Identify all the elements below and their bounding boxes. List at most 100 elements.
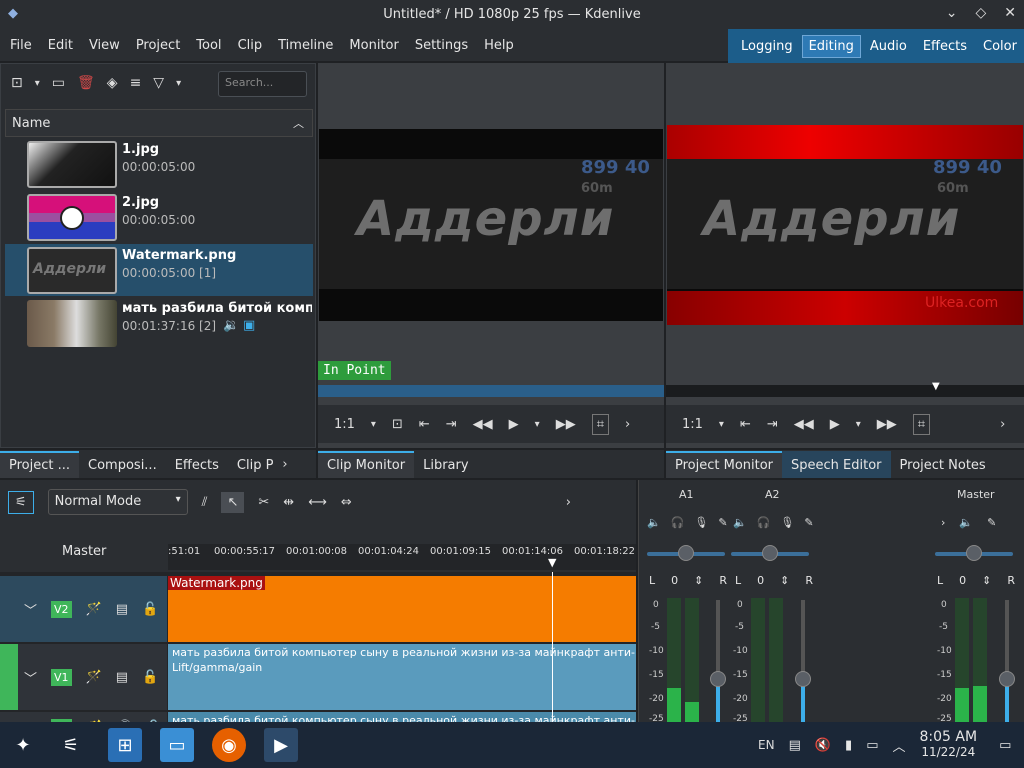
set-in-icon[interactable]: ⇤ [419,417,430,432]
spacer-tool-icon[interactable]: ⇹ [283,495,294,510]
delete-icon[interactable]: 🗑 [77,75,95,91]
headphones-icon[interactable]: 🎧 [757,516,771,529]
layout-logging[interactable]: Logging [734,35,800,58]
collapse-icon[interactable]: ﹀ [24,600,37,619]
tab-effects[interactable]: Effects [166,451,228,478]
razor-tool-icon[interactable]: ⫽ [202,495,208,510]
stepper-icon[interactable]: ⇕ [694,574,703,587]
menu-monitor[interactable]: Monitor [341,38,406,53]
menu-edit[interactable]: Edit [40,38,81,53]
timeline-ruler[interactable]: :51:01 00:00:55:17 00:01:00:08 00:01:04:… [168,544,636,570]
bin-clip-1[interactable]: 1.jpg 00:00:05:00 [5,138,313,190]
menu-file[interactable]: File [0,38,40,53]
menu-icon[interactable]: ≡ [130,75,142,91]
tab-clip-monitor[interactable]: Clip Monitor [318,450,415,478]
firefox-icon[interactable]: ◉ [212,728,246,762]
bin-clip-4[interactable]: мать разбила битой компьютер сыну 00:01:… [5,297,313,349]
menu-clip[interactable]: Clip [230,38,271,53]
track-tag[interactable]: V2 [51,600,72,618]
stepper-icon[interactable]: ⇕ [982,574,991,587]
play-icon[interactable]: ▶ [830,417,840,432]
collapse-icon[interactable]: ﹀ [24,668,37,687]
system-settings-icon[interactable]: ⚟ [54,728,88,762]
chevron-right-icon[interactable]: › [941,516,945,529]
speaker-icon[interactable]: 🔈 [647,516,661,529]
playhead-marker-icon[interactable]: ▼ [932,381,940,392]
clock[interactable]: 8:05 AM 11/22/24 [920,730,978,760]
film-icon[interactable]: ▤ [116,602,128,617]
chevron-down-icon[interactable]: ▾ [719,419,724,430]
menu-view[interactable]: View [81,38,128,53]
tab-project-notes[interactable]: Project Notes [891,451,995,478]
select-tool-icon[interactable]: ↖ [221,491,245,513]
set-out-icon[interactable]: ⇥ [767,417,778,432]
playhead-line[interactable] [552,572,553,732]
speaker-icon[interactable]: 🔈 [959,516,973,529]
chevron-down-icon[interactable]: ▾ [35,78,40,89]
menu-settings[interactable]: Settings [407,38,476,53]
language-indicator[interactable]: EN [758,738,775,752]
crop-icon[interactable]: ⌗ [912,413,931,435]
rewind-icon[interactable]: ◀◀ [473,417,493,432]
pan-knob-master[interactable] [966,545,982,561]
mic-icon[interactable]: 🎙 [780,516,794,529]
crop-icon[interactable]: ⌗ [591,413,610,435]
clip-monitor-ruler[interactable] [318,385,664,397]
menu-project[interactable]: Project [128,38,188,53]
volume-fader-a2[interactable] [795,671,811,687]
forward-icon[interactable]: ▶▶ [877,417,897,432]
cut-tool-icon[interactable]: ✂ [258,495,269,510]
timeline-clip-watermark[interactable]: Watermark.png [168,576,636,642]
layout-editing[interactable]: Editing [801,34,861,58]
filter-icon[interactable]: ▽ [153,75,164,91]
tab-compositions[interactable]: Composi... [79,451,166,478]
forward-icon[interactable]: ▶▶ [556,417,576,432]
set-out-icon[interactable]: ⇥ [446,417,457,432]
headphones-icon[interactable]: 🎧 [671,516,685,529]
project-monitor-video[interactable]: 899 40 60m Аддерли Ulkea.com [667,125,1023,325]
chevron-down-icon[interactable]: ▾ [176,78,181,89]
pan-knob-a1[interactable] [678,545,694,561]
mic-icon[interactable]: 🎙 [694,516,708,529]
add-clip-icon[interactable]: ⊡ [11,75,23,91]
kdenlive-app-icon[interactable]: ◆ [8,6,22,21]
project-monitor-ruler[interactable] [666,385,1024,397]
effects-icon[interactable]: ✎ [804,516,813,529]
track-tag[interactable]: V1 [51,668,72,686]
network-icon[interactable]: ▭ [866,738,878,753]
clipboard-icon[interactable]: ▤ [789,738,801,753]
chevron-up-icon[interactable]: ︿ [893,736,906,755]
set-in-icon[interactable]: ⇤ [740,417,751,432]
speaker-icon[interactable]: 🔈 [733,516,747,529]
clip-monitor-video[interactable]: 899 40 60m Аддерли [319,129,663,321]
layout-color[interactable]: Color [976,35,1024,58]
battery-icon[interactable]: ▮ [845,738,852,753]
tab-project-bin[interactable]: Project ... [0,450,80,478]
volume-fader-a1[interactable] [710,671,726,687]
zoom-select[interactable]: 1:1 [334,417,355,432]
lock-icon[interactable]: 🔓 [142,670,158,685]
chevron-right-icon[interactable]: › [566,495,571,510]
volume-muted-icon[interactable]: 🔇 [815,738,831,753]
track-header-v2[interactable]: ﹀ V2 🪄 ▤ 🔓 [0,576,167,642]
effects-icon[interactable]: ✎ [987,516,996,529]
stepper-icon[interactable]: ⇕ [780,574,789,587]
slip-tool-icon[interactable]: ⇔ [341,495,352,510]
layout-audio[interactable]: Audio [863,35,914,58]
edit-mode-select[interactable]: Normal Mode ▾ [47,489,188,515]
file-manager-icon[interactable]: ▭ [160,728,194,762]
lock-icon[interactable]: 🔓 [142,602,158,617]
bin-clip-3[interactable]: Аддерли Watermark.png 00:00:05:00 [1] [5,244,313,296]
zoom-select[interactable]: 1:1 [682,417,703,432]
tag-icon[interactable]: ◈ [107,75,118,91]
chevron-down-icon[interactable]: ▾ [535,419,540,430]
menu-tool[interactable]: Tool [188,38,229,53]
search-input[interactable]: Search... [218,71,307,97]
film-icon[interactable]: ▤ [116,670,128,685]
tab-library[interactable]: Library [414,451,477,478]
tab-project-monitor[interactable]: Project Monitor [666,450,783,478]
kdenlive-task-icon[interactable]: ▶ [264,728,298,762]
chevron-down-icon[interactable]: ▾ [856,419,861,430]
app-launcher-icon[interactable]: ✦ [6,728,40,762]
menu-timeline[interactable]: Timeline [270,38,341,53]
